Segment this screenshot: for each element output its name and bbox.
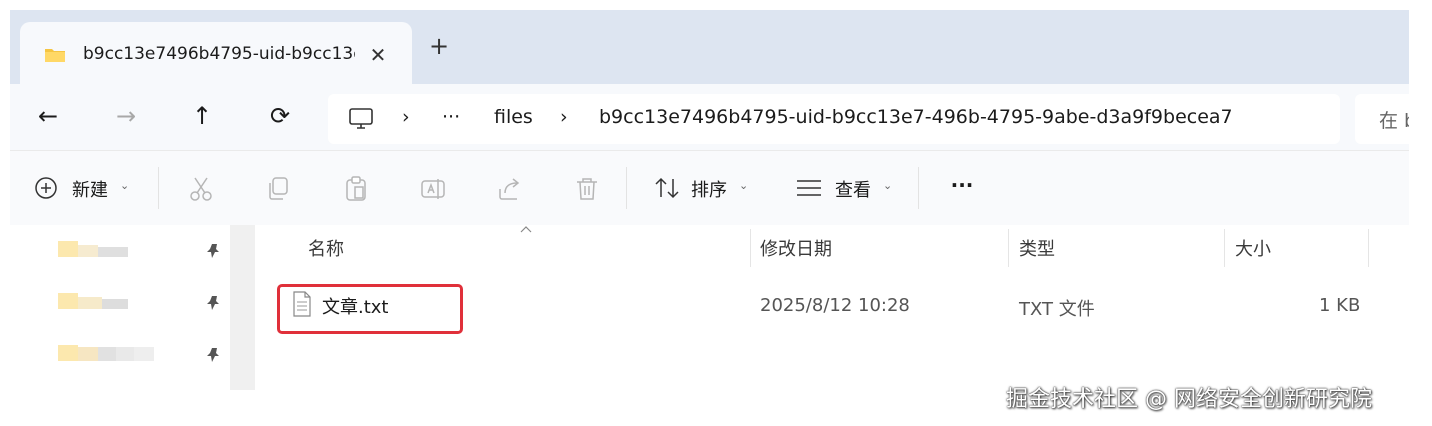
content-area: 名称 修改日期 类型 大小 文章.txt 2025/8/12 10:28 TXT… (10, 225, 1409, 390)
quick-access-item[interactable] (58, 343, 154, 365)
breadcrumb-overflow[interactable]: ··· (442, 106, 460, 128)
column-divider[interactable] (1368, 229, 1369, 267)
paste-icon[interactable] (342, 175, 370, 203)
navigation-pane (10, 225, 230, 390)
pin-icon[interactable] (206, 295, 222, 311)
column-header-name[interactable]: 名称 (308, 235, 344, 261)
highlight-box (277, 284, 463, 334)
blurred-folder-icon (58, 293, 128, 309)
cut-icon[interactable] (187, 175, 215, 203)
view-button[interactable]: 查看 ⌄ (795, 173, 905, 205)
quick-access-item[interactable] (58, 291, 130, 313)
column-header-modified[interactable]: 修改日期 (760, 235, 832, 261)
blurred-folder-icon (58, 345, 154, 361)
share-icon[interactable] (496, 175, 524, 203)
address-bar[interactable]: › ··· files › b9cc13e7496b4795-uid-b9cc1… (328, 94, 1340, 144)
tab-folder[interactable]: b9cc13e7496b4795-uid-b9cc13e7-496b-4795-… (20, 22, 412, 84)
refresh-button[interactable]: ⟳ (262, 98, 298, 134)
up-button[interactable]: ↑ (184, 98, 220, 134)
view-list-icon (797, 180, 821, 196)
navigation-bar: ← → ↑ ⟳ › ··· files › b9cc13e7496b4795-u… (10, 84, 1409, 150)
file-explorer-window: b9cc13e7496b4795-uid-b9cc13e7-496b-4795-… (10, 10, 1409, 390)
view-label: 查看 (835, 180, 871, 201)
toolbar-divider (626, 167, 627, 209)
quick-access-item[interactable] (58, 239, 130, 261)
folder-icon (45, 49, 65, 62)
pin-icon[interactable] (206, 347, 222, 363)
column-divider[interactable] (1224, 229, 1225, 267)
rename-icon[interactable] (419, 175, 447, 203)
file-modified: 2025/8/12 10:28 (760, 295, 910, 316)
file-size: 1 KB (1319, 295, 1361, 316)
breadcrumb-current-folder[interactable]: b9cc13e7496b4795-uid-b9cc13e7-496b-4795-… (599, 106, 1233, 128)
chevron-down-icon: ⌄ (120, 179, 130, 192)
breadcrumb-separator[interactable]: › (402, 106, 410, 128)
pin-icon[interactable] (206, 243, 222, 259)
copy-icon[interactable] (264, 175, 292, 203)
column-divider[interactable] (1008, 229, 1009, 267)
command-toolbar: 新建 ⌄ 排序 ⌄ 查看 ⌄ ··· (10, 150, 1409, 226)
search-input[interactable]: 在 b (1355, 94, 1409, 144)
chevron-down-icon: ⌄ (739, 179, 749, 192)
back-button[interactable]: ← (30, 98, 66, 134)
column-divider[interactable] (750, 229, 751, 267)
forward-button[interactable]: → (108, 98, 144, 134)
breadcrumb-files[interactable]: files (494, 106, 533, 128)
blurred-folder-icon (58, 241, 128, 257)
new-tab-button[interactable]: + (425, 32, 453, 60)
search-placeholder: 在 b (1379, 110, 1409, 132)
breadcrumb-separator[interactable]: › (560, 106, 568, 128)
new-button[interactable]: 新建 ⌄ (34, 173, 152, 205)
file-type: TXT 文件 (1019, 299, 1095, 320)
more-options-button[interactable]: ··· (942, 173, 982, 203)
plus-circle-icon (35, 177, 57, 199)
column-header-size[interactable]: 大小 (1235, 235, 1271, 261)
sort-caret-icon (520, 226, 532, 233)
column-header-type[interactable]: 类型 (1019, 235, 1055, 261)
watermark-text: 掘金技术社区 @ 网络安全创新研究院 (1006, 387, 1372, 412)
sort-label: 排序 (691, 180, 727, 201)
close-icon[interactable]: ✕ (365, 42, 391, 68)
tab-strip: b9cc13e7496b4795-uid-b9cc13e7-496b-4795-… (10, 10, 1409, 84)
computer-icon (349, 108, 373, 129)
delete-icon[interactable] (573, 175, 601, 203)
navigation-pane-scrollbar[interactable] (230, 225, 255, 390)
sort-button[interactable]: 排序 ⌄ (653, 173, 763, 205)
sort-arrows-icon (655, 177, 679, 199)
new-label: 新建 (72, 180, 108, 201)
chevron-down-icon: ⌄ (883, 179, 893, 192)
tab-title: b9cc13e7496b4795-uid-b9cc13e7-496b-4795-… (83, 44, 355, 64)
toolbar-divider (918, 167, 919, 209)
toolbar-divider (158, 167, 159, 209)
